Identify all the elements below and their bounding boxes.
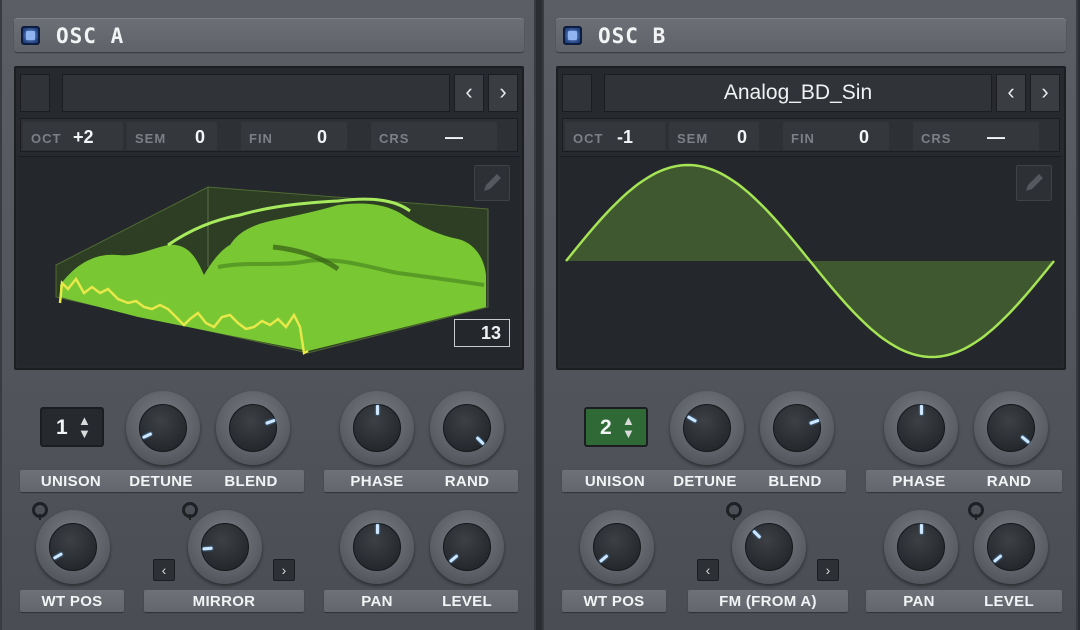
pan-knob[interactable] xyxy=(340,510,414,584)
unison-stepper[interactable]: 2 ▲ ▼ xyxy=(584,407,648,447)
rand-label: RAND xyxy=(444,473,490,490)
chevron-left-icon[interactable]: ‹ xyxy=(697,559,719,581)
rand-label: RAND xyxy=(986,473,1032,490)
wavetable-3d-graphic xyxy=(55,186,489,355)
phase-label-bar: PHASE RAND xyxy=(866,470,1062,492)
modulation-icon[interactable] xyxy=(968,502,984,520)
chevron-right-icon[interactable]: › xyxy=(817,559,839,581)
chevron-left-icon[interactable]: ‹ xyxy=(153,559,175,581)
osc-b-panel: OSC B Analog_BD_Sin ‹ › OCT -1 SEM 0 FIN… xyxy=(542,0,1078,630)
osc-a-panel: OSC A ‹ › OCT +2 SEM 0 FIN 0 CRS — 13 1 … xyxy=(0,0,536,630)
chevron-right-icon[interactable]: › xyxy=(488,74,518,112)
blend-knob[interactable] xyxy=(216,391,290,465)
osc-a-titlebar: OSC A xyxy=(14,18,524,52)
phase-knob[interactable] xyxy=(340,391,414,465)
fm-label: FM (FROM A) xyxy=(719,593,817,610)
pencil-icon[interactable] xyxy=(474,165,510,201)
fin-param[interactable]: FIN 0 xyxy=(783,122,889,150)
blend-label: BLEND xyxy=(224,473,278,490)
chevron-left-icon[interactable]: ‹ xyxy=(454,74,484,112)
detune-knob[interactable] xyxy=(670,391,744,465)
blend-label: BLEND xyxy=(768,473,822,490)
detune-knob[interactable] xyxy=(126,391,200,465)
unison-label: UNISON xyxy=(40,473,102,490)
stepper-arrows-icon[interactable]: ▲ ▼ xyxy=(622,414,635,440)
modulation-icon[interactable] xyxy=(182,502,198,520)
fm-knob[interactable] xyxy=(732,510,806,584)
phase-label: PHASE xyxy=(350,473,404,490)
pan-label: PAN xyxy=(361,593,393,610)
pan-knob[interactable] xyxy=(884,510,958,584)
unison-stepper[interactable]: 1 ▲ ▼ xyxy=(40,407,104,447)
wt-pos-label: WT POS xyxy=(41,593,103,610)
phase-label: PHASE xyxy=(892,473,946,490)
modulation-icon[interactable] xyxy=(726,502,742,520)
pitch-params: OCT +2 SEM 0 FIN 0 CRS — xyxy=(20,118,518,152)
wt-pos-label: WT POS xyxy=(583,593,645,610)
wavetable-name[interactable] xyxy=(62,74,450,112)
fin-param[interactable]: FIN 0 xyxy=(241,122,347,150)
power-icon[interactable] xyxy=(21,26,40,45)
wavetable-thumbnail[interactable] xyxy=(562,74,592,112)
osc-a-title: OSC A xyxy=(56,24,125,48)
oct-param[interactable]: OCT -1 xyxy=(565,122,665,150)
chevron-left-icon[interactable]: ‹ xyxy=(996,74,1026,112)
osc-a-display: ‹ › OCT +2 SEM 0 FIN 0 CRS — 13 xyxy=(14,66,524,370)
waveform-view[interactable] xyxy=(560,156,1062,366)
wt-pos-label-bar: WT POS xyxy=(562,590,666,612)
level-knob[interactable] xyxy=(974,510,1048,584)
unison-label-bar: UNISON DETUNE BLEND xyxy=(20,470,304,492)
wavetable-thumbnail[interactable] xyxy=(20,74,50,112)
mode-knob[interactable] xyxy=(188,510,262,584)
phase-label-bar: PHASE RAND xyxy=(324,470,518,492)
sine-waveform-graphic xyxy=(565,163,1055,359)
osc-b-display: Analog_BD_Sin ‹ › OCT -1 SEM 0 FIN 0 CRS… xyxy=(556,66,1066,370)
rand-knob[interactable] xyxy=(430,391,504,465)
wavetable-3d-view[interactable]: 13 xyxy=(18,156,520,366)
sem-param[interactable]: SEM 0 xyxy=(669,122,759,150)
pitch-params: OCT -1 SEM 0 FIN 0 CRS — xyxy=(562,118,1060,152)
sem-param[interactable]: SEM 0 xyxy=(127,122,217,150)
wt-pos-label-bar: WT POS xyxy=(20,590,124,612)
modulation-icon[interactable] xyxy=(32,502,48,520)
chevron-right-icon[interactable]: › xyxy=(273,559,295,581)
blend-knob[interactable] xyxy=(760,391,834,465)
stepper-arrows-icon[interactable]: ▲ ▼ xyxy=(78,414,91,440)
detune-label: DETUNE xyxy=(673,473,737,490)
pan-label-bar: PAN LEVEL xyxy=(866,590,1062,612)
oct-param[interactable]: OCT +2 xyxy=(23,122,123,150)
level-label: LEVEL xyxy=(442,593,492,610)
pan-label: PAN xyxy=(903,593,935,610)
crs-param[interactable]: CRS — xyxy=(913,122,1039,150)
wavetable-frame-number[interactable]: 13 xyxy=(454,319,510,347)
level-knob[interactable] xyxy=(430,510,504,584)
wavetable-name[interactable]: Analog_BD_Sin xyxy=(604,74,992,112)
unison-label-bar: UNISON DETUNE BLEND xyxy=(562,470,846,492)
osc-b-title: OSC B xyxy=(598,24,667,48)
phase-knob[interactable] xyxy=(884,391,958,465)
crs-param[interactable]: CRS — xyxy=(371,122,497,150)
unison-label: UNISON xyxy=(584,473,646,490)
chevron-right-icon[interactable]: › xyxy=(1030,74,1060,112)
wt-pos-knob[interactable] xyxy=(580,510,654,584)
mode-label-bar: MIRROR xyxy=(144,590,304,612)
power-icon[interactable] xyxy=(563,26,582,45)
rand-knob[interactable] xyxy=(974,391,1048,465)
mode-label: MIRROR xyxy=(192,593,256,610)
detune-label: DETUNE xyxy=(129,473,193,490)
level-label: LEVEL xyxy=(984,593,1034,610)
osc-b-titlebar: OSC B xyxy=(556,18,1066,52)
fm-label-bar: FM (FROM A) xyxy=(688,590,848,612)
pencil-icon[interactable] xyxy=(1016,165,1052,201)
pan-label-bar: PAN LEVEL xyxy=(324,590,518,612)
wt-pos-knob[interactable] xyxy=(36,510,110,584)
